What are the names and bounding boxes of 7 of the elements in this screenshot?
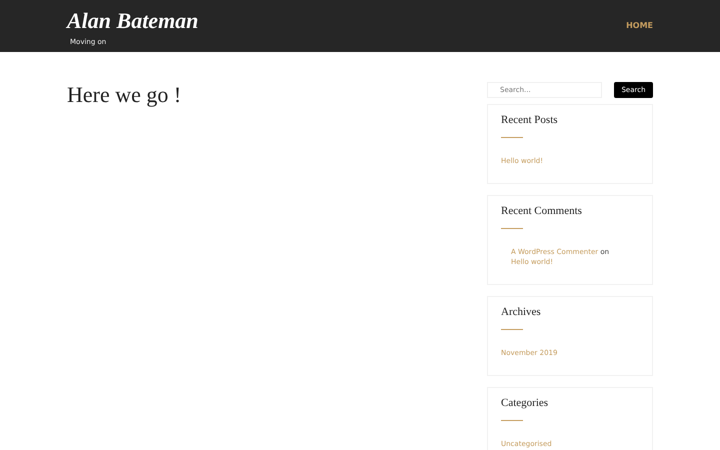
nav-link[interactable]: HOME xyxy=(626,21,653,30)
widget-title: Archives xyxy=(501,305,542,319)
widget-title: Categories xyxy=(501,396,550,410)
widget-title: Recent Comments xyxy=(501,204,583,218)
site-title[interactable]: Alan Bateman xyxy=(67,8,198,34)
widget-title: Recent Posts xyxy=(501,113,559,127)
post-title: Here we go ! xyxy=(67,82,182,109)
